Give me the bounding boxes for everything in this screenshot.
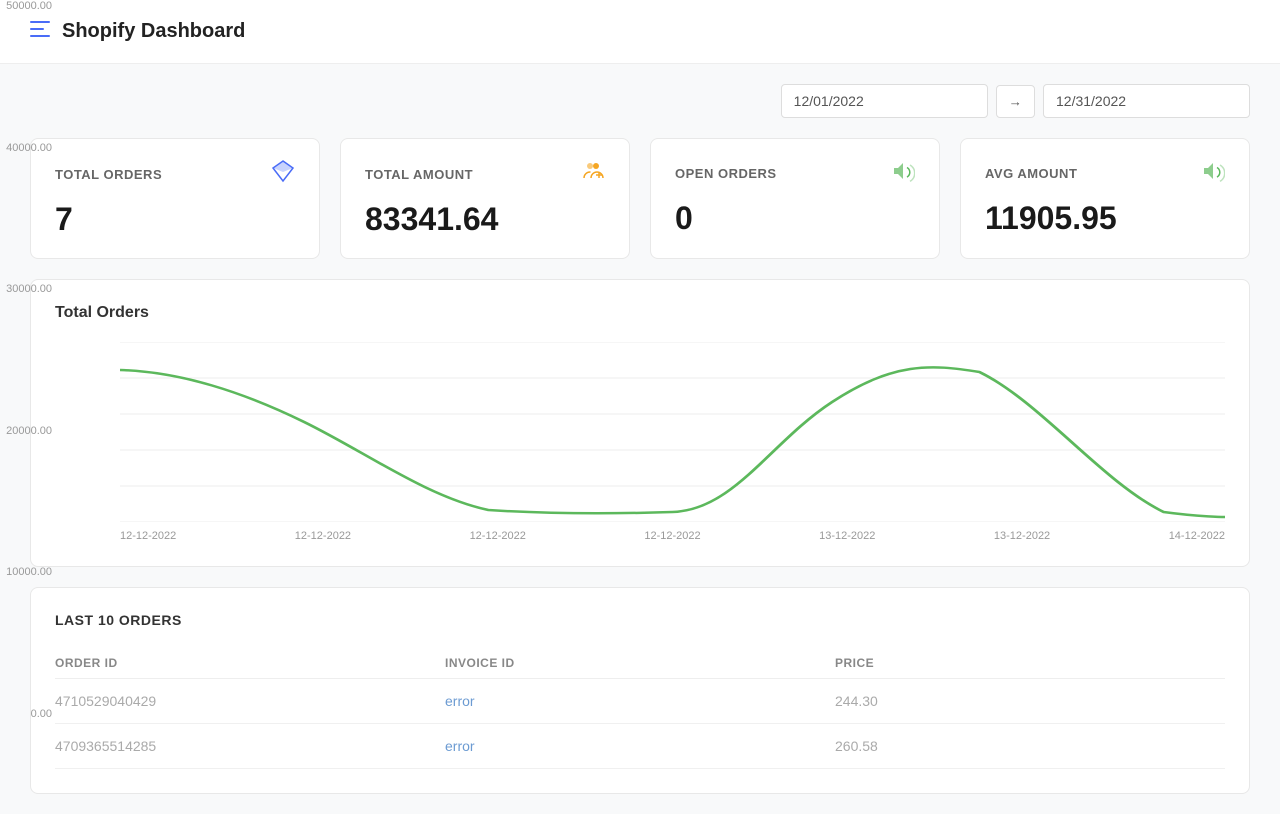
total-orders-value: 7 xyxy=(55,201,295,238)
end-date-input[interactable] xyxy=(1043,84,1250,118)
avg-amount-value: 11905.95 xyxy=(985,200,1225,237)
open-orders-label: OPEN ORDERS xyxy=(675,166,777,181)
order-id-0: 4710529040429 xyxy=(55,693,445,709)
invoice-id-1: error xyxy=(445,738,835,754)
stat-card-header: TOTAL ORDERS xyxy=(55,159,295,189)
table-header: ORDER ID INVOICE ID PRICE xyxy=(55,648,1225,679)
y-label-0: 0.00 xyxy=(0,708,60,720)
x-label-0: 12-12-2022 xyxy=(120,530,176,542)
col-price: PRICE xyxy=(835,656,1225,670)
x-label-2: 12-12-2022 xyxy=(470,530,526,542)
y-label-5: 50000.00 xyxy=(0,0,60,12)
col-order-id: ORDER ID xyxy=(55,656,445,670)
y-label-2: 20000.00 xyxy=(0,425,60,437)
x-label-6: 14-12-2022 xyxy=(1169,530,1225,542)
col-invoice-id: INVOICE ID xyxy=(445,656,835,670)
date-arrow-button[interactable]: → xyxy=(996,85,1035,118)
table-title: LAST 10 ORDERS xyxy=(55,612,1225,628)
main-content: → TOTAL ORDERS 7 TOTAL AMOUNT xyxy=(0,64,1280,814)
table-row: 4710529040429 error 244.30 xyxy=(55,679,1225,724)
price-0: 244.30 xyxy=(835,693,1225,709)
y-label-1: 10000.00 xyxy=(0,566,60,578)
stat-card-header-2: TOTAL AMOUNT xyxy=(365,159,605,189)
total-orders-label: TOTAL ORDERS xyxy=(55,167,162,182)
stat-card-total-amount: TOTAL AMOUNT 83341.64 xyxy=(340,138,630,259)
total-amount-label: TOTAL AMOUNT xyxy=(365,167,473,182)
stat-card-header-4: AVG AMOUNT xyxy=(985,159,1225,188)
x-label-3: 12-12-2022 xyxy=(644,530,700,542)
users-icon xyxy=(581,159,605,189)
table-card: LAST 10 ORDERS ORDER ID INVOICE ID PRICE… xyxy=(30,587,1250,794)
date-filter: → xyxy=(30,84,1250,118)
app-header: Shopify Dashboard xyxy=(0,0,1280,64)
stat-card-open-orders: OPEN ORDERS 0 xyxy=(650,138,940,259)
stat-card-total-orders: TOTAL ORDERS 7 xyxy=(30,138,320,259)
table-row: 4709365514285 error 260.58 xyxy=(55,724,1225,769)
stats-grid: TOTAL ORDERS 7 TOTAL AMOUNT xyxy=(30,138,1250,259)
price-1: 260.58 xyxy=(835,738,1225,754)
megaphone-icon xyxy=(891,159,915,188)
y-label-3: 30000.00 xyxy=(0,283,60,295)
stat-card-header-3: OPEN ORDERS xyxy=(675,159,915,188)
chart-svg xyxy=(120,342,1225,522)
diamond-icon xyxy=(271,159,295,189)
start-date-input[interactable] xyxy=(781,84,988,118)
total-amount-value: 83341.64 xyxy=(365,201,605,238)
x-label-5: 13-12-2022 xyxy=(994,530,1050,542)
avg-amount-label: AVG AMOUNT xyxy=(985,166,1077,181)
x-label-1: 12-12-2022 xyxy=(295,530,351,542)
chart-title: Total Orders xyxy=(55,304,1225,322)
page-title: Shopify Dashboard xyxy=(62,20,245,43)
open-orders-value: 0 xyxy=(675,200,915,237)
y-axis: 50000.00 40000.00 30000.00 20000.00 1000… xyxy=(0,0,60,720)
x-label-4: 13-12-2022 xyxy=(819,530,875,542)
chart-card: Total Orders 50000.00 40000.00 30000.00 … xyxy=(30,279,1250,567)
megaphone-icon-2 xyxy=(1201,159,1225,188)
x-axis: 12-12-2022 12-12-2022 12-12-2022 12-12-2… xyxy=(120,522,1225,542)
invoice-id-0: error xyxy=(445,693,835,709)
chart-inner xyxy=(120,342,1225,522)
order-id-1: 4709365514285 xyxy=(55,738,445,754)
stat-card-avg-amount: AVG AMOUNT 11905.95 xyxy=(960,138,1250,259)
y-label-4: 40000.00 xyxy=(0,142,60,154)
